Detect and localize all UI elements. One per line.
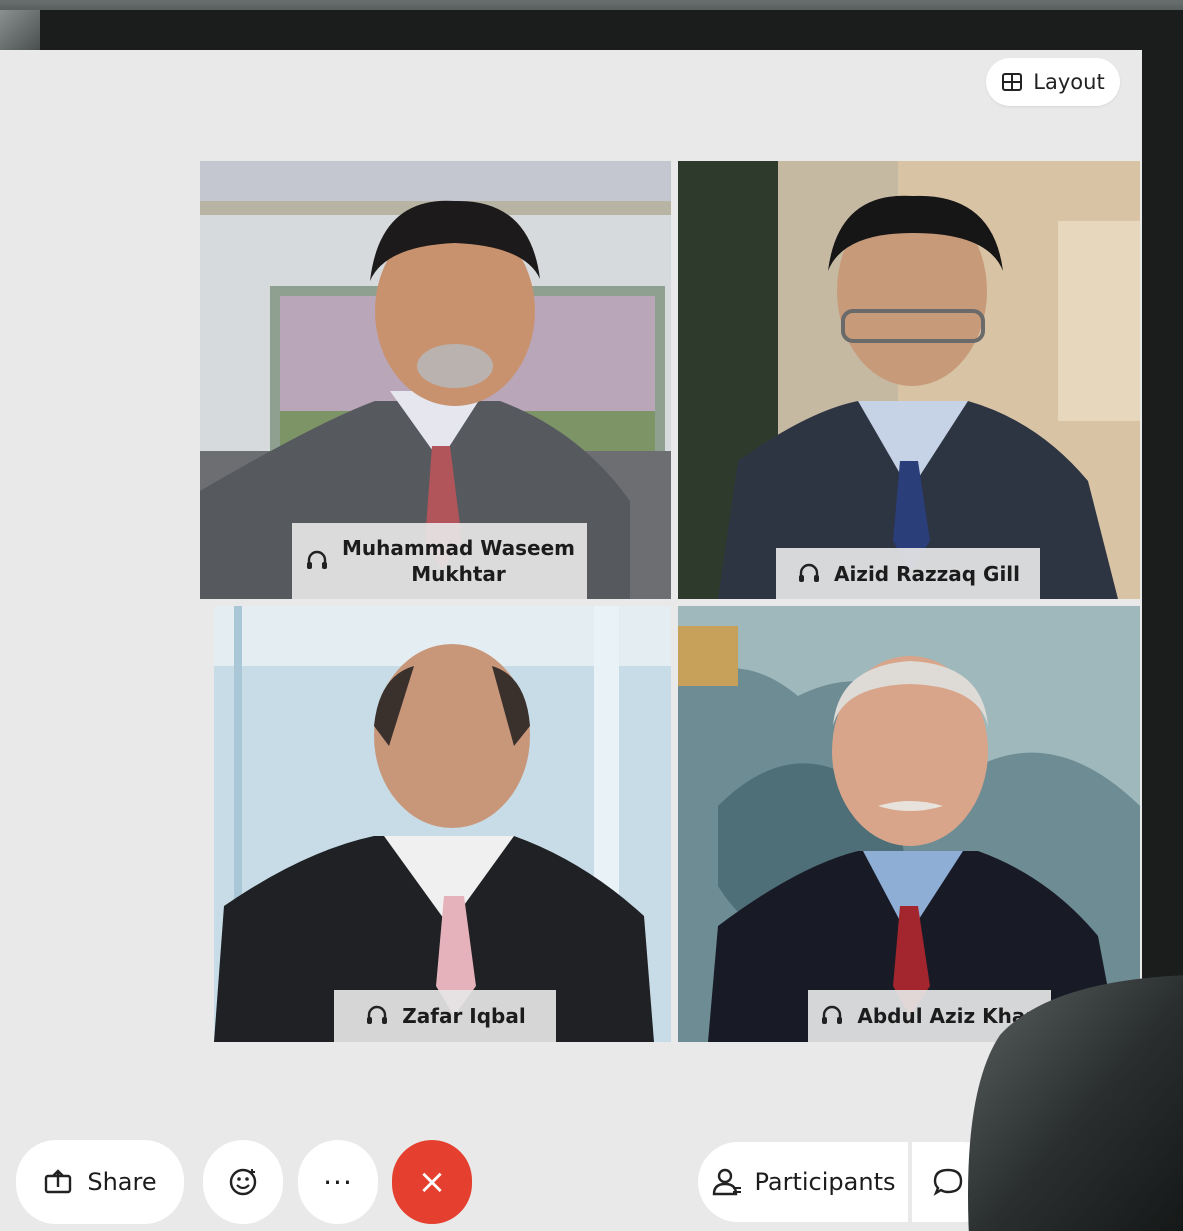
person-icon <box>712 1168 741 1196</box>
layout-button[interactable]: Layout <box>986 58 1120 106</box>
foreground-chair <box>968 975 1183 1231</box>
headset-icon <box>306 550 327 569</box>
grid-icon <box>1002 73 1023 91</box>
share-label: Share <box>87 1168 157 1196</box>
video-tile-zafar-iqbal[interactable]: Zafar Iqbal <box>214 606 671 1042</box>
participant-name-tag: Muhammad Waseem Mukhtar <box>292 523 587 599</box>
participant-video <box>214 606 671 1042</box>
headset-icon <box>798 563 819 582</box>
participant-video <box>678 161 1140 599</box>
participant-name-tag: Aizid Razzaq Gill <box>776 548 1040 599</box>
participant-name: Zafar Iqbal <box>402 1004 526 1028</box>
share-screen-icon <box>45 1169 72 1194</box>
participant-name: Muhammad Waseem Mukhtar <box>341 536 576 586</box>
participant-name-tag: Zafar Iqbal <box>334 990 556 1042</box>
headset-icon <box>822 1005 843 1024</box>
reaction-button[interactable] <box>203 1140 283 1224</box>
close-icon: × <box>417 1162 447 1202</box>
video-tile-aizid-razzaq-gill[interactable]: Aizid Razzaq Gill <box>678 161 1140 599</box>
participants-label: Participants <box>754 1168 896 1196</box>
layout-label: Layout <box>1033 70 1105 94</box>
leave-meeting-button[interactable]: × <box>392 1140 472 1224</box>
more-options-button[interactable]: ··· <box>298 1140 378 1224</box>
video-tile-muhammad-waseem-mukhtar[interactable]: Muhammad Waseem Mukhtar <box>200 161 671 599</box>
more-icon: ··· <box>323 1165 353 1199</box>
emoji-icon <box>229 1168 257 1196</box>
headset-icon <box>367 1005 388 1024</box>
share-button[interactable]: Share <box>16 1140 184 1224</box>
participant-name: Aizid Razzaq Gill <box>833 561 1021 586</box>
participants-button[interactable]: Participants <box>698 1142 908 1222</box>
